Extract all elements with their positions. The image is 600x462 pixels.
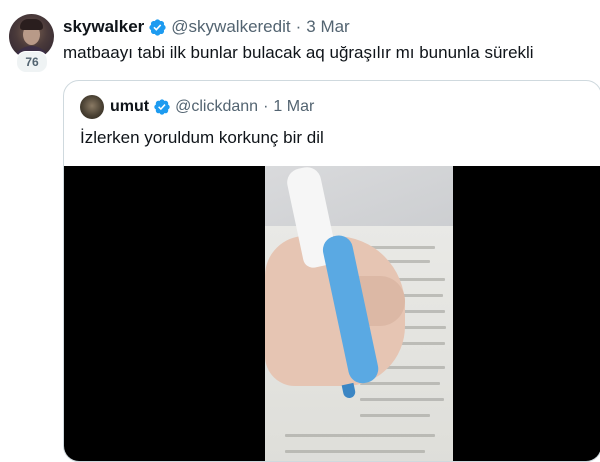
- quoted-author-handle: @clickdann: [175, 98, 259, 115]
- quoted-tweet-header: umut @clickdann · 1 Mar: [80, 95, 314, 119]
- verified-badge-icon: [154, 99, 170, 115]
- quoted-author-avatar: [80, 95, 104, 119]
- quoted-tweet-card[interactable]: umut @clickdann · 1 Mar İzlerken yoruldu…: [63, 80, 600, 462]
- verified-badge-icon: [149, 18, 166, 36]
- tweet-header: skywalker @skywalkeredit · 3 Mar: [63, 16, 350, 38]
- avatar-count-badge: 76: [16, 51, 48, 73]
- quoted-author-name: umut: [110, 98, 150, 115]
- quoted-tweet-date: 1 Mar: [273, 98, 315, 115]
- author-handle[interactable]: @skywalkeredit: [171, 17, 290, 37]
- quoted-header-separator: ·: [263, 98, 269, 115]
- avatar-hair-shape: [20, 19, 43, 30]
- header-separator: ·: [295, 17, 302, 36]
- tweet-text: matbaayı tabi ilk bunlar bulacak aq uğra…: [63, 43, 534, 62]
- author-name[interactable]: skywalker: [63, 17, 144, 37]
- quoted-video-player[interactable]: [64, 166, 600, 461]
- quoted-tweet-text: İzlerken yoruldum korkunç bir dil: [80, 128, 324, 147]
- video-frame: [265, 166, 453, 461]
- tweet-date[interactable]: 3 Mar: [306, 17, 349, 37]
